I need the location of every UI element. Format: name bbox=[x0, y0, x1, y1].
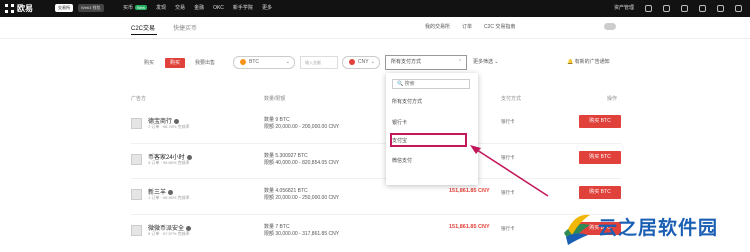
nav-okc[interactable]: OKC bbox=[213, 4, 224, 12]
nav-buy-coin[interactable]: 买币 New bbox=[123, 4, 148, 12]
nav-finance[interactable]: 金融 bbox=[194, 4, 204, 12]
unit-price: 151,861.85 CNY bbox=[449, 224, 490, 230]
my-exchange-link[interactable]: 我的交易所 bbox=[425, 23, 450, 30]
watermark-text: 云之居软件园 bbox=[598, 217, 719, 239]
limit: 限额 20,000.00 - 200,000.00 CNY bbox=[264, 124, 340, 130]
avatar bbox=[131, 225, 142, 236]
buy-btc-button[interactable]: 购买 BTC bbox=[579, 151, 621, 164]
chevron-down-icon: ⌄ bbox=[285, 59, 290, 65]
amount-input[interactable]: 输入金额 bbox=[300, 56, 338, 69]
quantity: 数量 7 BTC bbox=[264, 224, 290, 230]
tab-quick-buy[interactable]: 快捷买币 bbox=[173, 23, 197, 32]
header-action: 操作 bbox=[607, 96, 618, 102]
quantity: 数量 5.300927 BTC bbox=[264, 153, 308, 159]
header-advertiser: 广告方 bbox=[131, 96, 147, 102]
sell-toggle-button[interactable]: 我要出售 bbox=[195, 58, 219, 68]
advertiser-stats: 7 订单 · 96.76% 完成率 bbox=[148, 124, 190, 129]
orders-link[interactable]: 订单 bbox=[462, 23, 472, 30]
btc-coin-icon bbox=[240, 58, 246, 65]
download-icon[interactable] bbox=[663, 4, 670, 12]
nav-trade[interactable]: 交易 bbox=[175, 4, 185, 12]
cny-flag-icon bbox=[349, 58, 355, 65]
active-tab-underline bbox=[131, 34, 157, 35]
dropdown-item-bank-card[interactable]: 银行卡 bbox=[392, 119, 407, 126]
wallet-pill[interactable]: Web3 钱包 bbox=[78, 4, 104, 12]
advertiser-stats: 9 订单 · 97.57% 完成率 bbox=[148, 231, 190, 236]
mode-toggle[interactable] bbox=[604, 23, 616, 30]
dropdown-item-wechat-pay[interactable]: 微信支付 bbox=[392, 157, 412, 164]
coin-select[interactable]: BTC ⌄ bbox=[233, 56, 295, 69]
header-amount-limit: 数量/限额 bbox=[264, 96, 286, 102]
okx-logo-icon bbox=[5, 4, 14, 13]
payment-method: 银行卡 bbox=[501, 119, 515, 124]
c2c-guide-link[interactable]: C2C 交易指南 bbox=[484, 23, 515, 30]
limit: 限额 20,000.00 - 250,000.00 CNY bbox=[264, 195, 340, 201]
row-divider bbox=[131, 143, 621, 144]
table-row: 新三羊 1 订单 · 99.95% 完成率 数量 4.056821 BTC 限额… bbox=[131, 186, 621, 216]
nav-academy[interactable]: 新手学院 bbox=[233, 4, 253, 12]
exchange-pill[interactable]: 交易所 bbox=[55, 4, 73, 12]
row-divider bbox=[131, 178, 621, 179]
c2c-tabs: C2C交易 快捷买币 bbox=[131, 23, 197, 32]
payment-method-dropdown: 🔍 搜索 所有支付方式 银行卡 支付宝 微信支付 bbox=[386, 73, 478, 185]
chevron-down-icon: ⌄ bbox=[370, 59, 375, 65]
chevron-up-icon: ⌃ bbox=[457, 59, 462, 65]
advertiser-stats: 3 订单 · 99.65% 完成率 bbox=[148, 160, 190, 165]
currency-select[interactable]: CNY ⌄ bbox=[342, 56, 380, 69]
quantity: 数量 9 BTC bbox=[264, 117, 290, 123]
nav-more[interactable]: 更多 bbox=[262, 4, 272, 12]
avatar bbox=[131, 118, 142, 129]
top-navbar: 欧易 交易所 Web3 钱包 买币 New 发现 交易 金融 OKC 新手学院 更… bbox=[0, 0, 750, 17]
limit: 限额 30,000.00 - 317,861.85 CNY bbox=[264, 231, 340, 237]
payment-method: 银行卡 bbox=[501, 155, 515, 160]
dropdown-item-all[interactable]: 所有支付方式 bbox=[392, 98, 422, 105]
buy-toggle-button[interactable]: 购买 bbox=[165, 58, 185, 68]
buy-btc-button[interactable]: 购买 BTC bbox=[579, 115, 621, 128]
row-divider bbox=[131, 214, 621, 215]
payment-method: 银行卡 bbox=[501, 190, 515, 195]
unit-price: 151,861.85 CNY bbox=[449, 188, 490, 194]
watermark-logo-icon bbox=[564, 214, 590, 245]
theme-icon[interactable] bbox=[735, 4, 742, 12]
table-row: 币客家24小时 3 订单 · 99.65% 完成率 数量 5.300927 BT… bbox=[131, 151, 621, 181]
payment-method: 银行卡 bbox=[501, 226, 515, 231]
header-divider bbox=[0, 38, 750, 39]
assets-menu[interactable]: 资产管理 bbox=[614, 4, 634, 12]
payment-method-select[interactable]: 所有支付方式 ⌃ bbox=[385, 55, 467, 70]
ad-notify-button[interactable]: 🔔 有新的广告通知 bbox=[567, 58, 610, 65]
avatar bbox=[131, 189, 142, 200]
tab-c2c[interactable]: C2C交易 bbox=[131, 23, 155, 32]
alipay-highlight-box bbox=[390, 133, 467, 147]
bell-icon[interactable] bbox=[681, 4, 688, 12]
buy-btc-button[interactable]: 购买 BTC bbox=[579, 186, 621, 199]
quantity: 数量 4.056821 BTC bbox=[264, 188, 308, 194]
table-row: 微微币派安全 9 订单 · 97.57% 完成率 数量 7 BTC 限额 30,… bbox=[131, 222, 621, 252]
user-icon[interactable] bbox=[645, 4, 652, 12]
brand-name: 欧易 bbox=[17, 4, 33, 13]
nav-discover[interactable]: 发现 bbox=[156, 4, 166, 12]
table-row: 德宝商行 7 订单 · 96.76% 完成率 数量 9 BTC 限额 20,00… bbox=[131, 115, 621, 145]
globe-icon[interactable] bbox=[717, 4, 724, 12]
dropdown-search-input[interactable]: 🔍 搜索 bbox=[392, 79, 470, 89]
main-nav: 买币 New 发现 交易 金融 OKC 新手学院 更多 bbox=[123, 4, 272, 12]
advertiser-stats: 1 订单 · 99.95% 完成率 bbox=[148, 195, 190, 200]
avatar bbox=[131, 154, 142, 165]
headset-icon[interactable] bbox=[699, 4, 706, 12]
header-payment: 支付方式 bbox=[501, 96, 522, 102]
filter-label: 购买 bbox=[144, 60, 155, 66]
watermark: 云之居软件园 bbox=[560, 207, 748, 250]
brand-logo[interactable]: 欧易 bbox=[5, 3, 33, 14]
limit: 限额 40,000.00 - 820,854.05 CNY bbox=[264, 160, 340, 166]
more-filters-button[interactable]: 更多筛选 ⌄ bbox=[473, 58, 499, 65]
tab-tools: 我的交易所 订单 C2C 交易指南 bbox=[425, 23, 515, 30]
right-nav: 资产管理 bbox=[614, 4, 742, 12]
new-badge: New bbox=[135, 5, 148, 10]
